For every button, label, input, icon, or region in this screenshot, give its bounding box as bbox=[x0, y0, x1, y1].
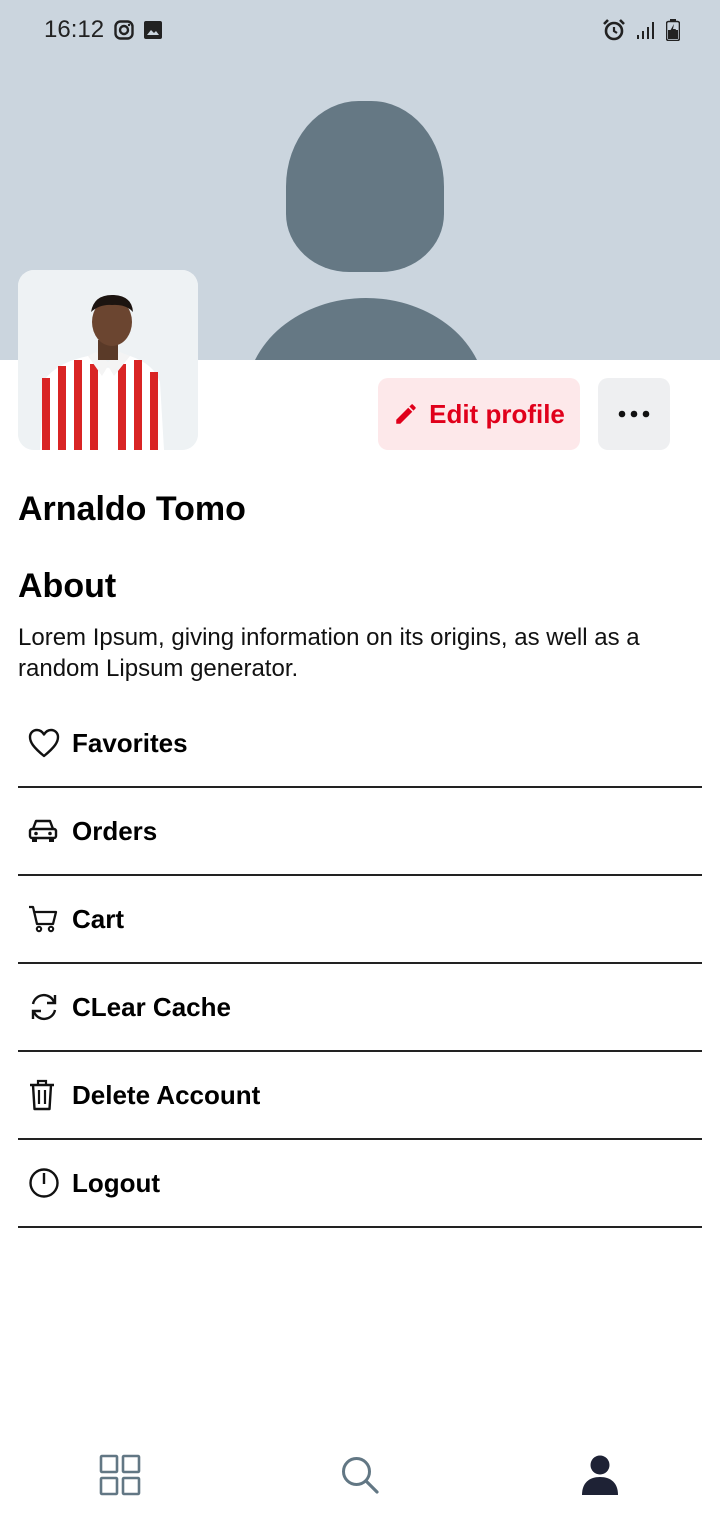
nav-search[interactable] bbox=[240, 1430, 480, 1520]
refresh-icon bbox=[18, 992, 72, 1022]
about-text: Lorem Ipsum, giving information on its o… bbox=[18, 624, 640, 682]
menu-item-label: Cart bbox=[72, 903, 125, 934]
cover-person-head bbox=[286, 101, 444, 272]
edit-profile-button[interactable]: Edit profile bbox=[378, 378, 580, 450]
menu-item-label: Orders bbox=[72, 815, 158, 846]
menu-item-label: Favorites bbox=[72, 727, 188, 758]
signal-icon bbox=[636, 20, 656, 40]
status-time: 16:12 bbox=[44, 16, 105, 43]
profile-avatar[interactable] bbox=[18, 270, 198, 450]
user-name: Arnaldo Tomo bbox=[18, 490, 246, 528]
cart-icon bbox=[18, 905, 72, 933]
trash-icon bbox=[18, 1079, 72, 1111]
profile-menu: Favorites Orders Cart CLear Cache Delete… bbox=[18, 700, 702, 1228]
about-heading: About bbox=[18, 567, 117, 605]
grid-icon bbox=[99, 1454, 141, 1496]
image-icon bbox=[144, 21, 163, 39]
car-icon bbox=[18, 818, 72, 844]
profile-photo bbox=[18, 270, 198, 450]
edit-profile-label: Edit profile bbox=[429, 398, 565, 429]
heart-icon bbox=[18, 728, 72, 758]
cover-person-body bbox=[246, 298, 486, 360]
more-horizontal-icon bbox=[618, 410, 650, 418]
user-icon bbox=[581, 1455, 619, 1495]
power-icon bbox=[18, 1167, 72, 1199]
more-options-button[interactable] bbox=[598, 378, 670, 450]
menu-item-label: Delete Account bbox=[72, 1079, 261, 1110]
search-icon bbox=[340, 1455, 380, 1495]
battery-charging-icon bbox=[666, 19, 680, 41]
menu-item-cart[interactable]: Cart bbox=[18, 876, 702, 964]
instagram-icon bbox=[114, 20, 134, 40]
menu-item-logout[interactable]: Logout bbox=[18, 1140, 702, 1228]
bottom-navigation bbox=[0, 1430, 720, 1520]
alarm-icon bbox=[602, 19, 626, 41]
menu-item-delete-account[interactable]: Delete Account bbox=[18, 1052, 702, 1140]
nav-profile[interactable] bbox=[480, 1430, 720, 1520]
nav-home[interactable] bbox=[0, 1430, 240, 1520]
status-bar: 16:12 bbox=[0, 0, 720, 60]
pencil-icon bbox=[393, 401, 419, 427]
menu-item-label: CLear Cache bbox=[72, 991, 231, 1022]
menu-item-favorites[interactable]: Favorites bbox=[18, 700, 702, 788]
menu-item-label: Logout bbox=[72, 1167, 161, 1198]
menu-item-orders[interactable]: Orders bbox=[18, 788, 702, 876]
menu-item-clear-cache[interactable]: CLear Cache bbox=[18, 964, 702, 1052]
